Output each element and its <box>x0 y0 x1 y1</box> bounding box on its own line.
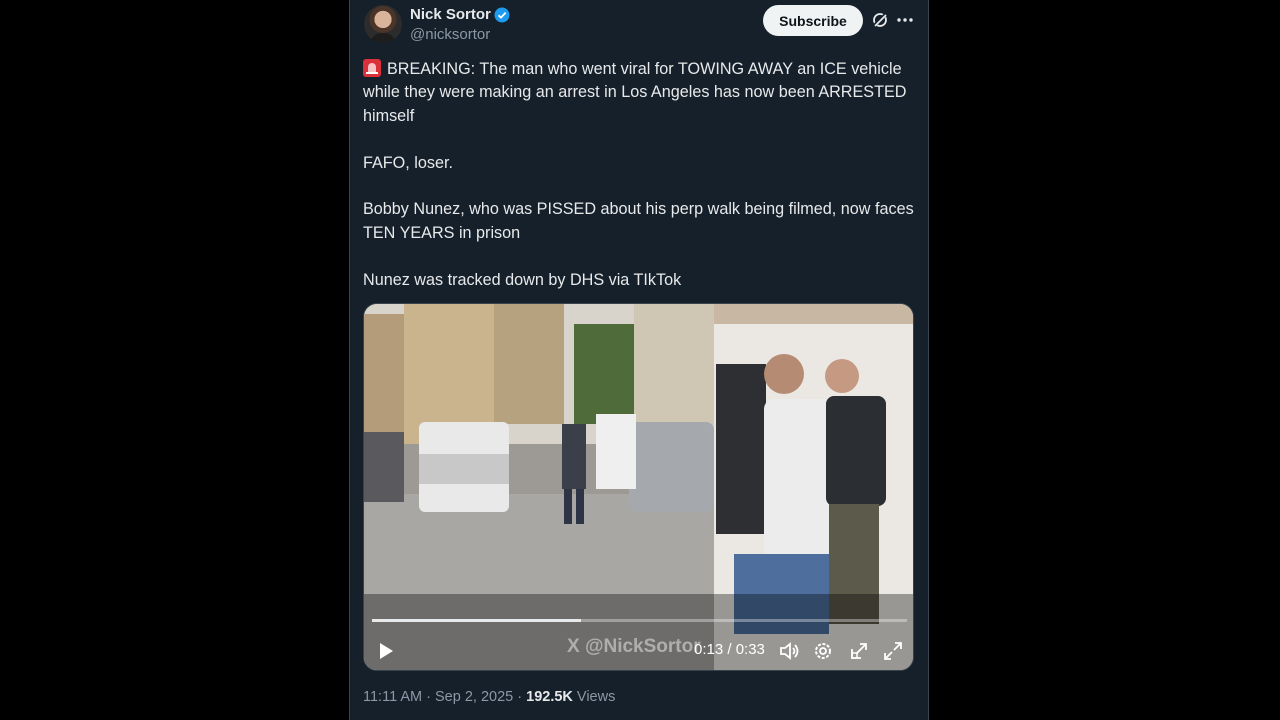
tweet-paragraph: Bobby Nunez, who was PISSED about his pe… <box>363 200 914 242</box>
video-progress-bar[interactable] <box>372 619 907 622</box>
grok-icon[interactable] <box>871 11 889 29</box>
tweet-time[interactable]: 11:11 AM <box>363 689 422 705</box>
more-icon[interactable] <box>896 11 914 29</box>
video-player[interactable]: X @NickSortor 0:13 / 0:33 <box>363 303 914 671</box>
popout-icon[interactable] <box>848 640 870 662</box>
settings-icon[interactable] <box>812 640 834 662</box>
tweet-text: BREAKING: The man who went viral for TOW… <box>363 58 919 315</box>
author-handle[interactable]: @nicksortor <box>410 26 490 43</box>
tweet-paragraph: FAFO, loser. <box>363 153 453 172</box>
tweet-card: Nick Sortor @nicksortor Subscribe BREAKI… <box>349 0 929 720</box>
fullscreen-icon[interactable] <box>882 640 904 662</box>
views-label: Views <box>576 689 616 705</box>
video-watermark: X @NickSortor <box>567 636 701 657</box>
views-count: 192.5K <box>526 689 573 705</box>
tweet-paragraph: BREAKING: The man who went viral for TOW… <box>363 59 907 125</box>
volume-icon[interactable] <box>778 640 800 662</box>
author-name[interactable]: Nick Sortor <box>410 6 491 23</box>
tweet-meta: 11:11 AM · Sep 2, 2025 · 192.5K Views <box>363 689 616 705</box>
play-icon[interactable] <box>376 641 396 661</box>
siren-emoji-icon <box>363 59 381 77</box>
video-frame <box>364 304 913 670</box>
tweet-paragraph: Nunez was tracked down by DHS via TIkTok <box>363 270 682 289</box>
tweet-date[interactable]: Sep 2, 2025 <box>435 689 513 705</box>
video-time: 0:13 / 0:33 <box>694 641 765 658</box>
video-progress-fill <box>372 619 581 622</box>
subscribe-button[interactable]: Subscribe <box>763 5 863 36</box>
verified-badge-icon <box>494 7 510 23</box>
avatar[interactable] <box>364 5 402 43</box>
